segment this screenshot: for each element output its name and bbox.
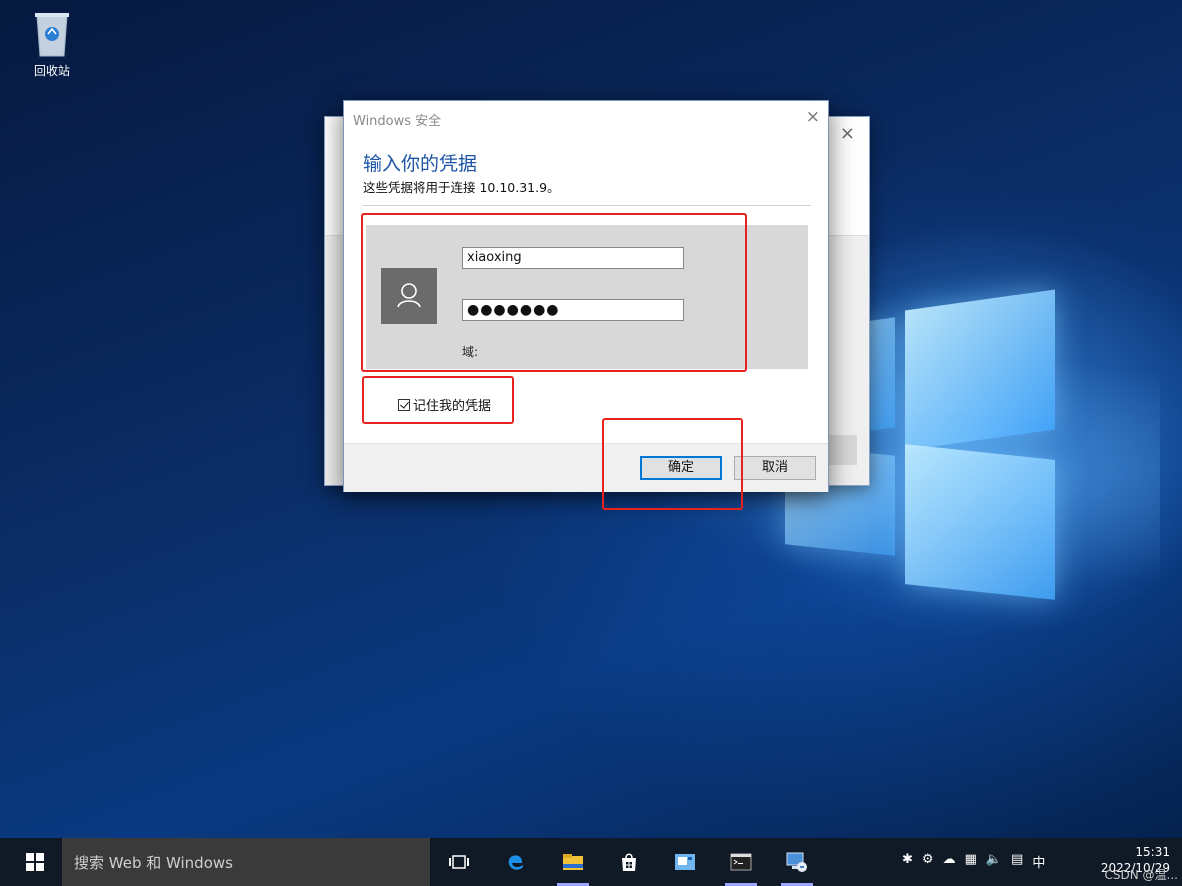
bluetooth-icon[interactable]: ✱ <box>902 852 913 871</box>
recycle-bin-shortcut[interactable]: 回收站 <box>22 8 82 79</box>
wallpaper-pane <box>905 289 1055 451</box>
ime-indicator[interactable]: 中 <box>1032 852 1045 871</box>
remote-desktop-icon[interactable] <box>778 846 816 886</box>
windows-logo-icon <box>26 853 44 871</box>
dialog-subtitle: 这些凭据将用于连接 10.10.31.9。 <box>363 180 560 195</box>
recycle-bin-icon <box>31 8 73 58</box>
divider <box>363 205 811 206</box>
tray-icons: ✱ ⚙ ☁ ▦ 🔈 ▤ 中 <box>902 852 1045 871</box>
system-tray: ✱ ⚙ ☁ ▦ 🔈 ▤ 中 15:31 2022/10/29 CSDN @温..… <box>902 838 1182 886</box>
wallpaper-pane <box>905 444 1055 600</box>
recycle-bin-label: 回收站 <box>33 64 70 78</box>
watermark: CSDN @温... <box>1104 868 1178 882</box>
dialog-title: Windows 安全 <box>353 114 442 129</box>
file-explorer-icon[interactable] <box>554 846 592 886</box>
page-title: 输入你的凭据 <box>363 153 478 175</box>
onedrive-icon[interactable]: ☁ <box>943 852 956 871</box>
search-placeholder: 搜索 Web 和 Windows <box>74 854 233 872</box>
store-icon[interactable] <box>610 846 648 878</box>
usb-device-icon[interactable]: ⚙ <box>922 852 934 871</box>
close-icon[interactable]: × <box>806 107 820 127</box>
start-button[interactable] <box>26 853 44 871</box>
annotation-box-ok <box>602 418 743 510</box>
taskbar: 搜索 Web 和 Windows ✱ ⚙ ☁ ▦ 🔈 ▤ 中 15:31 202… <box>0 838 1182 886</box>
close-icon[interactable]: × <box>840 123 855 144</box>
command-prompt-icon[interactable] <box>722 846 760 886</box>
annotation-box-credentials <box>361 213 747 372</box>
network-icon[interactable]: ▦ <box>965 852 977 871</box>
action-center-icon[interactable]: ▤ <box>1011 852 1023 871</box>
server-manager-icon[interactable] <box>666 846 704 878</box>
cancel-button[interactable]: 取消 <box>734 456 816 480</box>
volume-icon[interactable]: 🔈 <box>986 852 1002 871</box>
clock-time: 15:31 <box>1135 845 1170 859</box>
edge-browser-icon[interactable] <box>497 846 535 878</box>
search-box[interactable]: 搜索 Web 和 Windows <box>62 838 430 886</box>
annotation-box-remember <box>362 376 514 424</box>
dialog-footer: 确定 取消 <box>344 443 828 492</box>
task-view-icon[interactable] <box>440 846 478 878</box>
